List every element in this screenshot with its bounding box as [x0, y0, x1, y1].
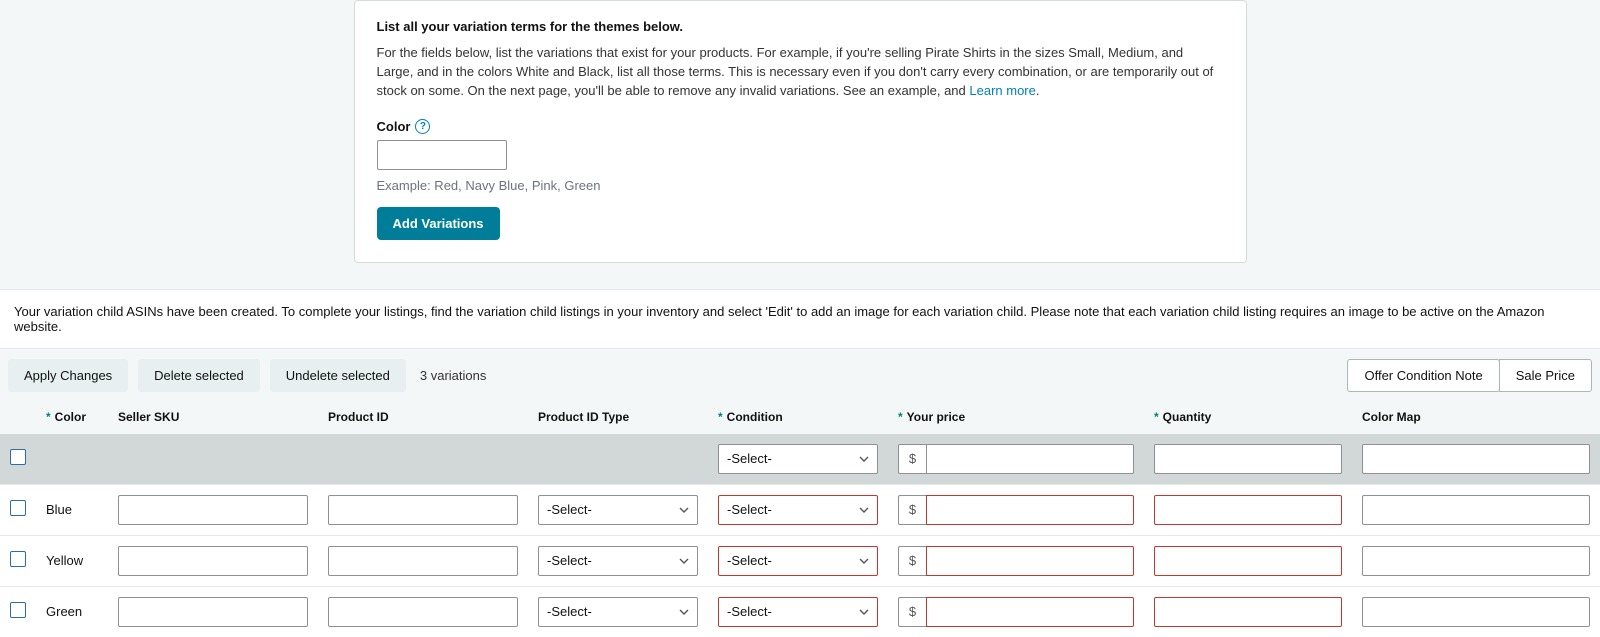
- chevron-down-icon: [679, 558, 689, 564]
- offer-condition-note-button[interactable]: Offer Condition Note: [1347, 359, 1499, 392]
- select-all-checkbox[interactable]: [10, 449, 26, 465]
- header-color-map: Color Map: [1352, 402, 1600, 434]
- select-value: -Select-: [547, 553, 592, 568]
- header-product-id-type: Product ID Type: [528, 402, 708, 434]
- header-sku: Seller SKU: [108, 402, 318, 434]
- help-icon[interactable]: ?: [415, 119, 430, 134]
- select-value: -Select-: [727, 502, 772, 517]
- bulk-price-field: $: [898, 444, 1134, 474]
- select-value: -Select-: [727, 451, 772, 466]
- bulk-color-map-input[interactable]: [1362, 444, 1590, 474]
- header-condition: *Condition: [708, 402, 888, 434]
- learn-more-link[interactable]: Learn more: [969, 83, 1035, 98]
- color-label-text: Color: [377, 119, 411, 134]
- currency-prefix: $: [898, 597, 926, 627]
- card-title: List all your variation terms for the th…: [377, 19, 1224, 34]
- variations-count: 3 variations: [420, 368, 486, 383]
- currency-prefix: $: [898, 444, 926, 474]
- product-id-type-select[interactable]: -Select-: [538, 597, 698, 627]
- chevron-down-icon: [859, 507, 869, 513]
- condition-select[interactable]: -Select-: [718, 495, 878, 525]
- bulk-edit-row: -Select- $: [0, 434, 1600, 485]
- price-input[interactable]: [926, 495, 1134, 525]
- variations-toolbar: Apply Changes Delete selected Undelete s…: [0, 349, 1600, 402]
- chevron-down-icon: [679, 609, 689, 615]
- color-example-text: Example: Red, Navy Blue, Pink, Green: [377, 178, 1224, 193]
- row-checkbox[interactable]: [10, 602, 26, 618]
- row-color-value: Yellow: [46, 553, 83, 568]
- table-row: Green -Select- -Select- $: [0, 586, 1600, 637]
- price-field: $: [898, 546, 1134, 576]
- product-id-input[interactable]: [328, 597, 518, 627]
- table-row: Blue -Select- -Select- $: [0, 484, 1600, 535]
- color-map-input[interactable]: [1362, 495, 1590, 525]
- card-desc-text: For the fields below, list the variation…: [377, 45, 1214, 98]
- table-header-row: *Color Seller SKU Product ID Product ID …: [0, 402, 1600, 434]
- asin-created-notice: Your variation child ASINs have been cre…: [0, 289, 1600, 349]
- currency-prefix: $: [898, 495, 926, 525]
- table-row: Yellow -Select- -Select- $: [0, 535, 1600, 586]
- color-field-label: Color ?: [377, 119, 1224, 134]
- price-input[interactable]: [926, 546, 1134, 576]
- header-price: *Your price: [888, 402, 1144, 434]
- seller-sku-input[interactable]: [118, 597, 308, 627]
- select-value: -Select-: [727, 604, 772, 619]
- select-value: -Select-: [547, 604, 592, 619]
- select-value: -Select-: [547, 502, 592, 517]
- chevron-down-icon: [859, 456, 869, 462]
- header-color: *Color: [36, 402, 108, 434]
- color-map-input[interactable]: [1362, 546, 1590, 576]
- product-id-type-select[interactable]: -Select-: [538, 495, 698, 525]
- quantity-input[interactable]: [1154, 495, 1342, 525]
- seller-sku-input[interactable]: [118, 546, 308, 576]
- card-description: For the fields below, list the variation…: [377, 44, 1224, 101]
- quantity-input[interactable]: [1154, 546, 1342, 576]
- add-variations-button[interactable]: Add Variations: [377, 207, 500, 240]
- undelete-selected-button[interactable]: Undelete selected: [270, 359, 406, 392]
- header-quantity: *Quantity: [1144, 402, 1352, 434]
- price-input[interactable]: [926, 597, 1134, 627]
- variations-table: *Color Seller SKU Product ID Product ID …: [0, 402, 1600, 637]
- variations-card: List all your variation terms for the th…: [354, 0, 1247, 263]
- price-field: $: [898, 597, 1134, 627]
- bulk-price-input[interactable]: [926, 444, 1134, 474]
- row-color-value: Blue: [46, 502, 72, 517]
- color-map-input[interactable]: [1362, 597, 1590, 627]
- delete-selected-button[interactable]: Delete selected: [138, 359, 260, 392]
- header-product-id: Product ID: [318, 402, 528, 434]
- row-color-value: Green: [46, 604, 82, 619]
- product-id-input[interactable]: [328, 546, 518, 576]
- chevron-down-icon: [859, 558, 869, 564]
- condition-select[interactable]: -Select-: [718, 597, 878, 627]
- product-id-type-select[interactable]: -Select-: [538, 546, 698, 576]
- apply-changes-button[interactable]: Apply Changes: [8, 359, 128, 392]
- sale-price-button[interactable]: Sale Price: [1499, 359, 1592, 392]
- color-input[interactable]: [377, 140, 507, 170]
- select-value: -Select-: [727, 553, 772, 568]
- product-id-input[interactable]: [328, 495, 518, 525]
- chevron-down-icon: [679, 507, 689, 513]
- row-checkbox[interactable]: [10, 500, 26, 516]
- chevron-down-icon: [859, 609, 869, 615]
- quantity-input[interactable]: [1154, 597, 1342, 627]
- row-checkbox[interactable]: [10, 551, 26, 567]
- price-field: $: [898, 495, 1134, 525]
- seller-sku-input[interactable]: [118, 495, 308, 525]
- currency-prefix: $: [898, 546, 926, 576]
- condition-select[interactable]: -Select-: [718, 546, 878, 576]
- bulk-quantity-input[interactable]: [1154, 444, 1342, 474]
- bulk-condition-select[interactable]: -Select-: [718, 444, 878, 474]
